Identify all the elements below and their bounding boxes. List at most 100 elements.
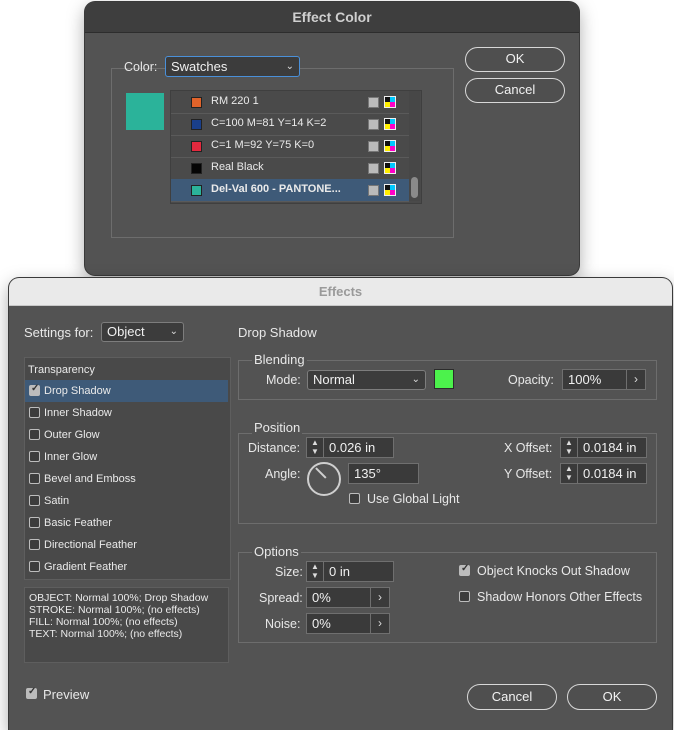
- effect-label: Inner Shadow: [44, 407, 112, 419]
- angle-field[interactable]: 135°: [348, 463, 419, 484]
- knocks-out-checkbox[interactable]: [459, 563, 470, 576]
- stepper-icon[interactable]: ▲ ▼: [561, 464, 578, 484]
- effect-list-item[interactable]: Directional Feather: [25, 534, 228, 556]
- summary-object: OBJECT: Normal 100%; Drop Shadow: [29, 592, 209, 604]
- x-offset-label: X Offset:: [504, 441, 553, 455]
- global-light-checkbox[interactable]: [349, 493, 360, 504]
- effect-checkbox[interactable]: [29, 495, 40, 506]
- x-offset-field[interactable]: ▲ ▼ 0.0184 in: [560, 437, 647, 458]
- size-label: Size:: [275, 565, 303, 579]
- effect-label: Satin: [44, 495, 70, 507]
- color-type-icon: [368, 141, 379, 152]
- swatch-row[interactable]: Real Black: [171, 157, 409, 180]
- effect-list-item[interactable]: Inner Glow: [25, 446, 228, 468]
- effect-checkbox[interactable]: [29, 383, 40, 396]
- chevron-down-icon: ⌄: [169, 326, 178, 337]
- noise-field[interactable]: 0% ›: [306, 613, 390, 634]
- color-label: Color:: [124, 60, 158, 74]
- effect-label: Gradient Feather: [44, 561, 128, 573]
- color-mode-icon: [384, 184, 396, 196]
- opacity-label: Opacity:: [508, 373, 554, 387]
- shadow-color-swatch[interactable]: [434, 369, 454, 389]
- summary-text: TEXT: Normal 100%; (no effects): [29, 628, 183, 640]
- scrollbar-thumb[interactable]: [411, 177, 418, 198]
- effect-checkbox[interactable]: [29, 561, 40, 572]
- y-offset-value: 0.0184 in: [583, 466, 637, 481]
- effect-list-item[interactable]: Inner Shadow: [25, 402, 228, 424]
- color-type-icon: [368, 185, 379, 196]
- color-mode-icon: [384, 140, 396, 152]
- effects-summary: OBJECT: Normal 100%; Drop Shadow STROKE:…: [24, 587, 229, 663]
- color-mode-icon: [384, 118, 396, 130]
- effect-color-dialog: Effect Color Color: Swatches ⌄ RM 220 1 C…: [85, 2, 579, 275]
- blending-title: Blending: [252, 352, 307, 367]
- swatch-color-chip: [191, 97, 202, 108]
- stepper-icon[interactable]: ▲ ▼: [307, 562, 324, 582]
- swatch-row[interactable]: C=100 M=81 Y=14 K=2: [171, 113, 409, 136]
- color-type-icon: [368, 119, 379, 130]
- swatch-row[interactable]: RM 220 1: [171, 91, 409, 114]
- swatch-row[interactable]: Del-Val 600 - PANTONE...: [171, 179, 409, 202]
- settings-for-value: Object: [107, 324, 145, 339]
- effect-checkbox[interactable]: [29, 473, 40, 484]
- cancel-button[interactable]: Cancel: [467, 684, 557, 710]
- effect-list-item[interactable]: Basic Feather: [25, 512, 228, 534]
- angle-value: 135°: [354, 466, 381, 481]
- y-offset-label: Y Offset:: [504, 467, 553, 481]
- size-field[interactable]: ▲ ▼ 0 in: [306, 561, 394, 582]
- swatch-row[interactable]: C=1 M=92 Y=75 K=0: [171, 135, 409, 158]
- effect-checkbox[interactable]: [29, 407, 40, 418]
- blend-mode-value: Normal: [313, 372, 355, 387]
- swatch-name: C=1 M=92 Y=75 K=0: [211, 139, 315, 151]
- ok-button[interactable]: OK: [567, 684, 657, 710]
- cancel-button[interactable]: Cancel: [465, 78, 565, 103]
- color-source-dropdown[interactable]: Swatches ⌄: [165, 56, 300, 77]
- color-type-icon: [368, 163, 379, 174]
- section-title: Drop Shadow: [238, 325, 317, 340]
- settings-for-label: Settings for:: [24, 325, 94, 340]
- distance-field[interactable]: ▲ ▼ 0.026 in: [306, 437, 394, 458]
- effect-list-item[interactable]: Satin: [25, 490, 228, 512]
- effect-checkbox[interactable]: [29, 517, 40, 528]
- list-header: Transparency: [28, 364, 95, 376]
- effect-list-item[interactable]: Gradient Feather: [25, 556, 228, 578]
- swatch-color-chip: [191, 185, 202, 196]
- color-source-value: Swatches: [171, 59, 228, 74]
- preview-checkbox[interactable]: [26, 686, 37, 699]
- effect-checkbox[interactable]: [29, 429, 40, 440]
- swatch-color-chip: [191, 119, 202, 130]
- opacity-value: 100%: [568, 372, 602, 387]
- settings-for-dropdown[interactable]: Object ⌄: [101, 322, 184, 342]
- swatch-name: RM 220 1: [211, 95, 259, 107]
- ok-button[interactable]: OK: [465, 47, 565, 72]
- effect-list-item[interactable]: Bevel and Emboss: [25, 468, 228, 490]
- spread-field[interactable]: 0% ›: [306, 587, 390, 608]
- honors-effects-checkbox[interactable]: [459, 591, 470, 602]
- stepper-icon[interactable]: ▲ ▼: [561, 438, 578, 458]
- effect-checkbox[interactable]: [29, 451, 40, 462]
- stepper-icon[interactable]: ▲ ▼: [307, 438, 324, 458]
- angle-dial[interactable]: [307, 462, 341, 496]
- chevron-right-icon[interactable]: ›: [370, 614, 389, 633]
- effect-color-title: Effect Color: [85, 2, 579, 33]
- swatch-list-scrollbar[interactable]: [409, 91, 420, 201]
- swatch-list: RM 220 1 C=100 M=81 Y=14 K=2 C=1 M=92 Y=75…: [170, 90, 422, 204]
- effect-list: Transparency Drop Shadow Inner Shadow Oute…: [24, 357, 231, 580]
- angle-dial-needle: [315, 467, 327, 479]
- effect-list-item[interactable]: Outer Glow: [25, 424, 228, 446]
- y-offset-field[interactable]: ▲ ▼ 0.0184 in: [560, 463, 647, 484]
- angle-label: Angle:: [265, 467, 301, 481]
- blend-mode-dropdown[interactable]: Normal ⌄: [307, 370, 426, 390]
- chevron-down-icon: ⌄: [285, 61, 294, 72]
- swatch-color-chip: [191, 141, 202, 152]
- chevron-right-icon[interactable]: ›: [626, 370, 645, 389]
- distance-label: Distance:: [248, 441, 301, 455]
- opacity-field[interactable]: 100% ›: [562, 369, 646, 390]
- honors-effects-label: Shadow Honors Other Effects: [477, 590, 643, 604]
- effect-checkbox[interactable]: [29, 539, 40, 550]
- effect-label: Bevel and Emboss: [44, 473, 136, 485]
- effects-title: Effects: [9, 278, 672, 306]
- effect-list-item[interactable]: Drop Shadow: [25, 380, 228, 402]
- chevron-right-icon[interactable]: ›: [370, 588, 389, 607]
- x-offset-value: 0.0184 in: [583, 440, 637, 455]
